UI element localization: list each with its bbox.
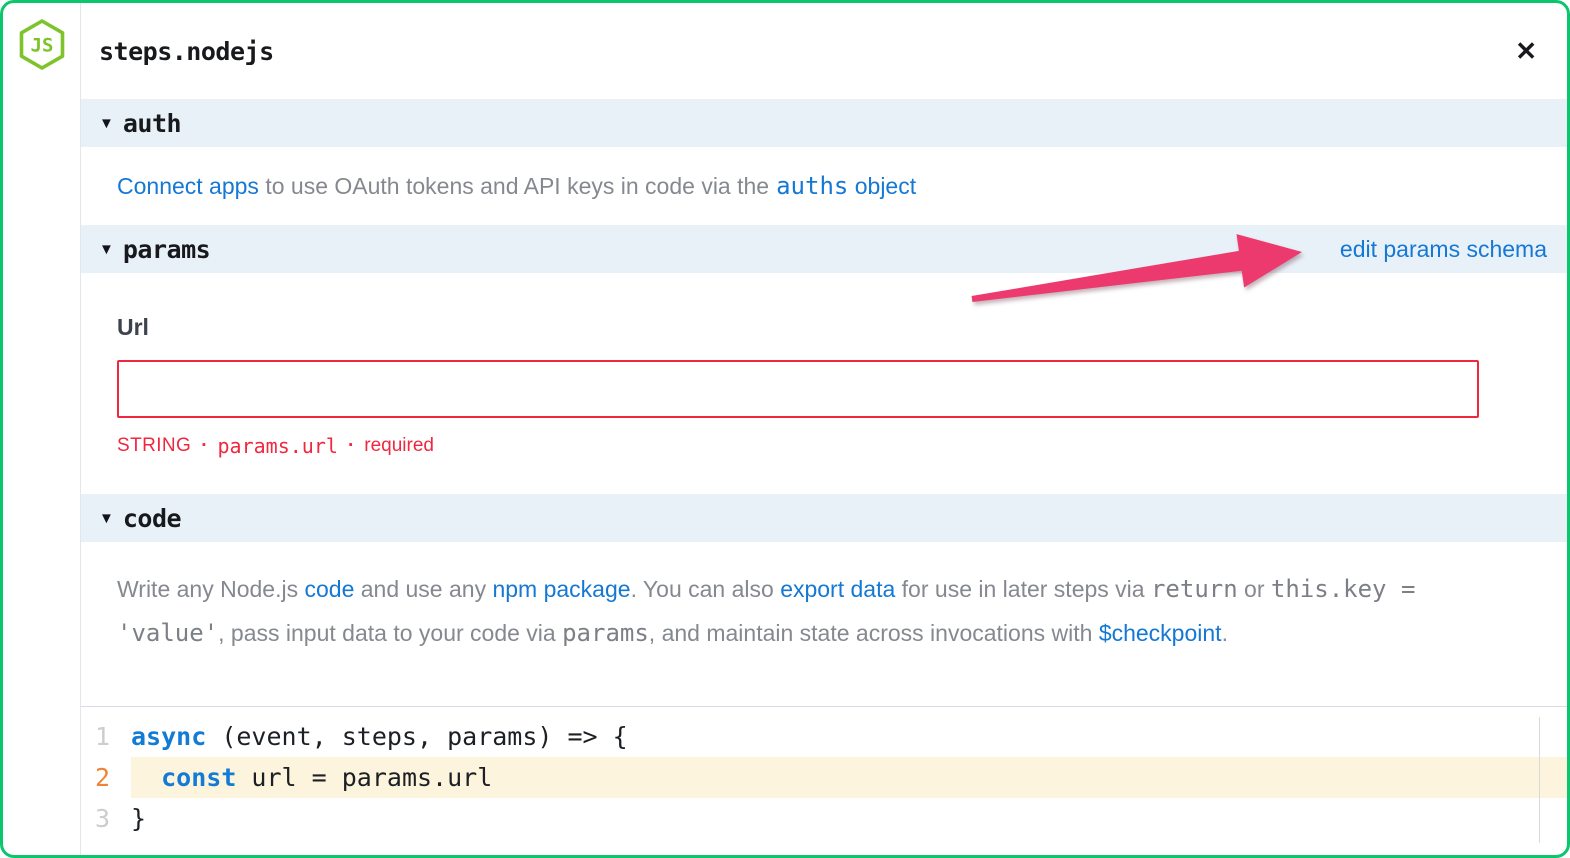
nodejs-logo-icon: JS bbox=[16, 18, 68, 70]
nodejs-logo-text: JS bbox=[30, 35, 53, 57]
chevron-down-icon: ▼ bbox=[99, 511, 114, 526]
section-label-params: params bbox=[123, 235, 210, 264]
npm-package-link[interactable]: npm package bbox=[492, 576, 630, 602]
window-header: steps.nodejs ✕ bbox=[81, 3, 1567, 99]
step-icon-rail: JS bbox=[3, 3, 81, 855]
url-input[interactable] bbox=[117, 360, 1479, 418]
auths-object-link[interactable]: auths object bbox=[776, 172, 916, 200]
field-type-badge: STRING bbox=[117, 435, 191, 457]
code-keyword: async bbox=[131, 722, 206, 751]
code-docs-link[interactable]: code bbox=[304, 576, 354, 602]
line-number: 3 bbox=[81, 798, 131, 839]
auths-object-link-mono: auths bbox=[776, 172, 848, 200]
code-description-text: . You can also bbox=[631, 576, 781, 602]
section-label-auth: auth bbox=[123, 109, 181, 138]
code-line-3[interactable]: 3 } bbox=[81, 798, 1567, 839]
code-line-content[interactable]: async (event, steps, params) => { bbox=[131, 716, 1567, 757]
auths-object-link-rest: object bbox=[848, 173, 916, 199]
code-description: Write any Node.js code and use any npm p… bbox=[81, 542, 1567, 706]
return-code-snippet: return bbox=[1151, 575, 1238, 603]
meta-separator-dot: · bbox=[201, 435, 207, 457]
line-number-active: 2 bbox=[81, 757, 131, 798]
code-text: url = params.url bbox=[236, 763, 492, 792]
code-indent bbox=[131, 763, 161, 792]
code-description-text: , pass input data to your code via bbox=[218, 620, 562, 646]
url-field-meta: STRING · params.url · required bbox=[117, 434, 1567, 458]
code-description-text: or bbox=[1238, 576, 1271, 602]
url-field-label: Url bbox=[117, 314, 1567, 341]
code-description-text: Write any Node.js bbox=[117, 576, 304, 602]
code-line-content[interactable]: } bbox=[131, 798, 1567, 839]
code-line-content[interactable]: const url = params.url bbox=[131, 757, 1567, 798]
code-line-2-active[interactable]: 2 const url = params.url bbox=[81, 757, 1567, 798]
checkpoint-link[interactable]: $checkpoint bbox=[1099, 620, 1222, 646]
auth-description: Connect apps to use OAuth tokens and API… bbox=[81, 147, 1567, 225]
params-form: Url STRING · params.url · required bbox=[81, 273, 1567, 494]
auth-description-text: to use OAuth tokens and API keys in code… bbox=[259, 173, 769, 200]
code-description-text: , and maintain state across invocations … bbox=[649, 620, 1099, 646]
line-number: 1 bbox=[81, 716, 131, 757]
section-label-code: code bbox=[123, 504, 181, 533]
field-required-flag: required bbox=[364, 435, 434, 457]
connect-apps-link[interactable]: Connect apps bbox=[117, 173, 259, 200]
edit-params-schema-link[interactable]: edit params schema bbox=[1340, 236, 1547, 263]
chevron-down-icon: ▼ bbox=[99, 116, 114, 131]
meta-separator-dot: · bbox=[348, 435, 354, 457]
code-description-text: for use in later steps via bbox=[895, 576, 1151, 602]
code-editor[interactable]: 1 async (event, steps, params) => { 2 co… bbox=[81, 706, 1567, 855]
export-data-link[interactable]: export data bbox=[780, 576, 895, 602]
params-link[interactable]: params bbox=[562, 619, 649, 647]
code-keyword: const bbox=[161, 763, 236, 792]
section-header-code[interactable]: ▼ code bbox=[81, 494, 1567, 542]
close-icon[interactable]: ✕ bbox=[1515, 38, 1537, 64]
step-editor-window: JS steps.nodejs ✕ ▼ auth Connect apps to… bbox=[0, 0, 1570, 858]
code-description-text: and use any bbox=[354, 576, 492, 602]
chevron-down-icon: ▼ bbox=[99, 242, 114, 257]
field-path: params.url bbox=[218, 434, 338, 458]
section-header-params[interactable]: ▼ params edit params schema bbox=[81, 225, 1567, 273]
code-line-1[interactable]: 1 async (event, steps, params) => { bbox=[81, 716, 1567, 757]
code-text: } bbox=[131, 804, 146, 833]
editor-scrollbar[interactable] bbox=[1539, 717, 1540, 843]
step-title: steps.nodejs bbox=[99, 37, 274, 66]
code-text: (event, steps, params) => { bbox=[206, 722, 627, 751]
step-editor-main: steps.nodejs ✕ ▼ auth Connect apps to us… bbox=[81, 3, 1567, 855]
section-header-auth[interactable]: ▼ auth bbox=[81, 99, 1567, 147]
code-description-text: . bbox=[1222, 620, 1228, 646]
